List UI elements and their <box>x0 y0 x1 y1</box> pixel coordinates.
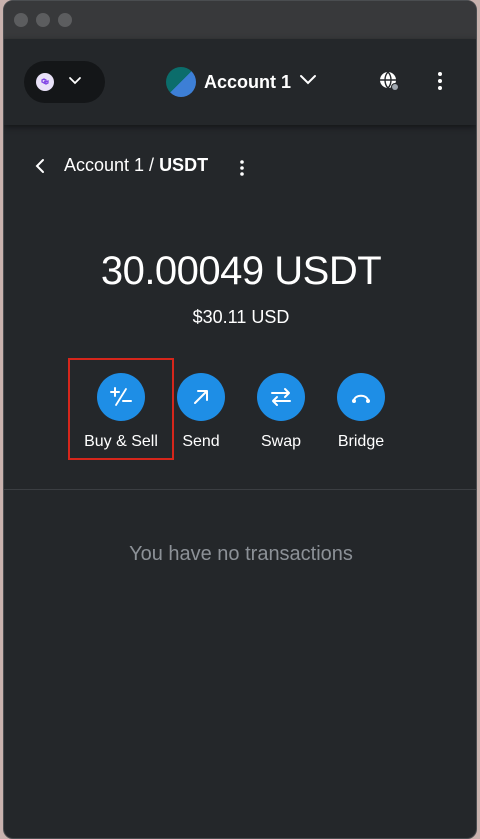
empty-transactions-message: You have no transactions <box>129 543 353 565</box>
bridge-label: Bridge <box>337 433 385 450</box>
arrow-up-right-icon <box>177 373 225 421</box>
kebab-menu-icon[interactable] <box>430 69 450 93</box>
bridge-button[interactable]: Bridge <box>321 373 401 451</box>
back-arrow-icon[interactable] <box>32 157 50 175</box>
breadcrumb-token: USDT <box>159 155 209 175</box>
polygon-icon <box>36 73 54 91</box>
window-titlebar <box>4 1 476 39</box>
send-label: Send <box>182 433 220 450</box>
account-name: Account 1 <box>204 71 292 92</box>
minimize-window-button[interactable] <box>36 13 50 27</box>
chevron-down-icon <box>68 73 82 91</box>
maximize-window-button[interactable] <box>58 13 72 27</box>
breadcrumb-account: Account 1 / <box>64 155 160 175</box>
bridge-arc-icon <box>337 373 385 421</box>
buy-sell-highlight <box>68 358 174 460</box>
chevron-down-icon <box>299 73 317 91</box>
swap-arrows-icon <box>257 373 305 421</box>
account-selector-button[interactable]: Account 1 <box>166 67 317 97</box>
swap-button[interactable]: Swap <box>241 373 321 451</box>
app-window: Account 1 Account 1 / USDT 30.00049 USDT… <box>3 0 477 839</box>
app-header: Account 1 <box>4 39 476 125</box>
swap-label: Swap <box>260 433 302 450</box>
account-avatar <box>166 67 196 97</box>
asset-options-icon[interactable] <box>232 158 252 178</box>
network-picker-button[interactable] <box>24 61 105 103</box>
close-window-button[interactable] <box>14 13 28 27</box>
section-divider <box>4 489 476 490</box>
asset-breadcrumb: Account 1 / USDT <box>64 155 208 176</box>
globe-connected-icon[interactable] <box>377 69 401 93</box>
asset-header: Account 1 / USDT <box>4 149 476 189</box>
token-balance: 30.00049 USDT <box>100 249 382 293</box>
fiat-balance: $30.11 USD <box>192 307 290 327</box>
